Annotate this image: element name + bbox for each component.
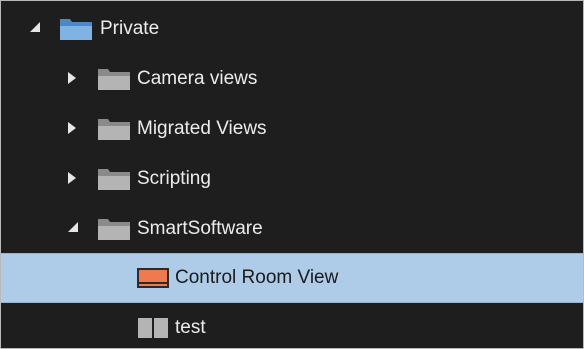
folder-icon	[98, 119, 130, 140]
tree-item-label: Migrated Views	[137, 118, 267, 139]
expanded-arrow-icon[interactable]	[67, 204, 81, 254]
collapsed-arrow-icon[interactable]	[67, 54, 81, 104]
tree-item-migrated-views[interactable]: Migrated Views	[1, 104, 583, 154]
tree-item-private[interactable]: Private	[1, 4, 583, 54]
tree-item-label: Camera views	[137, 68, 258, 89]
tree-item-camera-views[interactable]: Camera views	[1, 54, 583, 104]
tree-item-label: test	[175, 317, 206, 338]
collapsed-arrow-icon[interactable]	[67, 104, 81, 154]
tree-item-label: SmartSoftware	[137, 218, 263, 239]
tree-item-label: Private	[100, 18, 160, 39]
expanded-arrow-icon[interactable]	[29, 4, 43, 54]
folder-icon	[98, 69, 130, 90]
tree-item-control-room-view[interactable]: Control Room View	[1, 253, 583, 303]
folder-open-icon	[60, 19, 92, 40]
folder-icon	[98, 169, 130, 190]
tree-item-label: Scripting	[137, 168, 211, 189]
collapsed-arrow-icon[interactable]	[67, 154, 81, 204]
view-grid-icon	[138, 318, 168, 338]
view-tree-panel: Private Camera views Migrated Views Scri…	[0, 0, 584, 349]
tree-item-test[interactable]: test	[1, 303, 583, 348]
tree-item-scripting[interactable]: Scripting	[1, 154, 583, 204]
folder-icon	[98, 219, 130, 240]
view-layout-icon	[137, 268, 169, 288]
tree-item-label: Control Room View	[175, 267, 339, 288]
tree-item-smartsoftware[interactable]: SmartSoftware	[1, 204, 583, 254]
